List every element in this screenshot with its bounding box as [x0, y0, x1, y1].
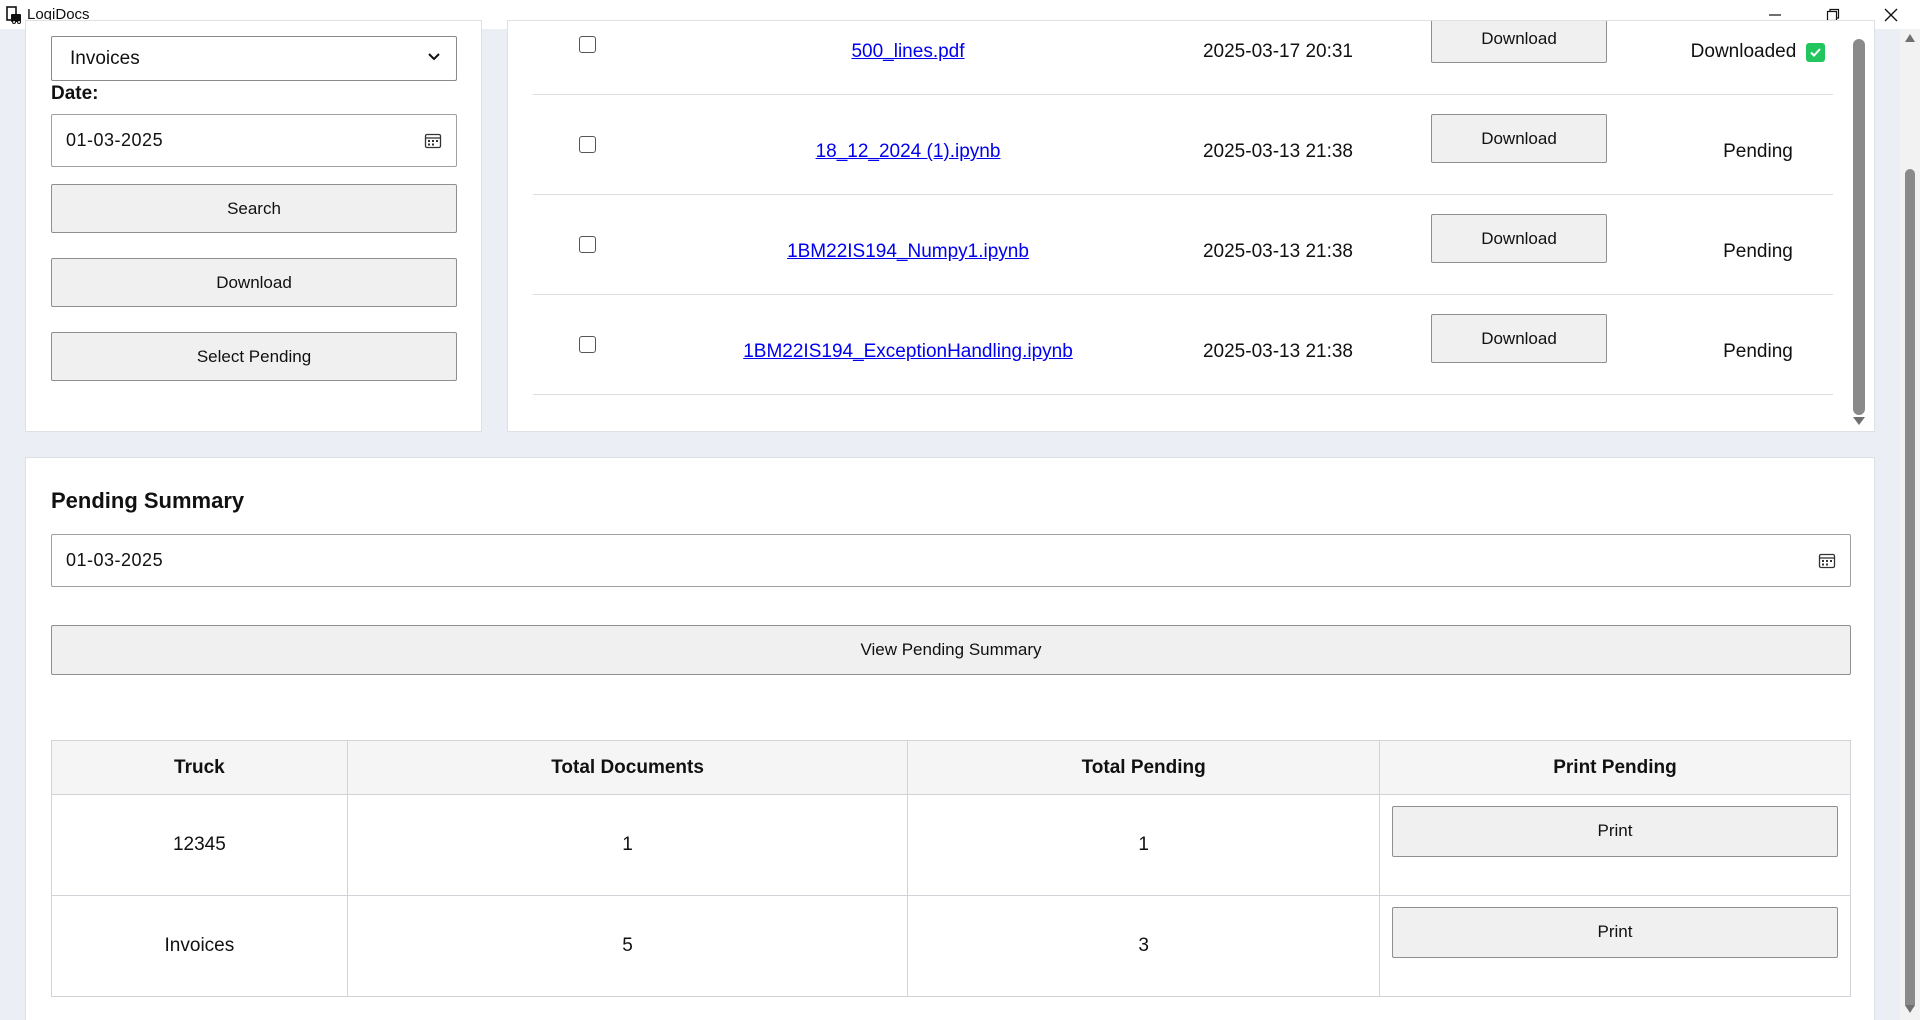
date-label: Date: [51, 83, 99, 104]
file-row-checkbox[interactable] [579, 336, 596, 353]
total-pending-cell: 1 [907, 794, 1380, 896]
download-button[interactable]: Download [1431, 114, 1607, 163]
scroll-down-arrow-icon[interactable] [1904, 1004, 1916, 1014]
close-icon [1884, 8, 1898, 21]
file-link[interactable]: 1BM22IS194_ExceptionHandling.ipynb [683, 341, 1133, 363]
column-header-total-documents: Total Documents [346, 740, 909, 795]
file-status: Pending [1723, 341, 1793, 362]
file-link[interactable]: 1BM22IS194_Numpy1.ipynb [683, 241, 1133, 263]
download-button[interactable]: Download [1431, 214, 1607, 263]
calendar-icon[interactable] [1818, 552, 1836, 570]
file-status: Pending [1723, 241, 1793, 262]
print-button[interactable]: Print [1391, 805, 1838, 857]
file-row: 500_lines.pdf 2025-03-17 20:31 Download … [533, 21, 1833, 95]
file-status: Downloaded [1653, 41, 1863, 63]
file-row: 18_12_2024 (1).ipynb 2025-03-13 21:38 Do… [533, 95, 1833, 195]
table-row: Invoices 5 3 Print [51, 895, 1852, 997]
date-input[interactable]: 01-03-2025 [51, 114, 457, 167]
file-status-label: Downloaded [1690, 41, 1797, 62]
file-date: 2025-03-13 21:38 [1202, 241, 1353, 262]
app-logo-icon [4, 5, 24, 25]
table-header-row: Truck Total Documents Total Pending Prin… [51, 740, 1852, 795]
file-list-scrollbar-thumb[interactable] [1853, 39, 1865, 415]
calendar-icon[interactable] [424, 132, 442, 150]
download-button[interactable]: Download [1431, 21, 1607, 63]
total-pending-cell: 3 [907, 895, 1380, 997]
summary-date-input[interactable]: 01-03-2025 [51, 534, 1851, 587]
download-selected-button[interactable]: Download [51, 258, 457, 307]
download-button[interactable]: Download [1431, 314, 1607, 363]
truck-cell: 12345 [51, 794, 348, 896]
filter-panel: Invoices Date: 01-03-2025 Search Downloa… [25, 20, 482, 432]
category-select-value: Invoices [70, 47, 140, 69]
total-documents-cell: 5 [346, 895, 909, 997]
file-list-panel: 500_lines.pdf 2025-03-17 20:31 Download … [507, 20, 1875, 432]
check-icon [1806, 42, 1826, 62]
file-date: 2025-03-13 21:38 [1202, 141, 1353, 162]
truck-cell: Invoices [51, 895, 348, 997]
print-button[interactable]: Print [1391, 906, 1838, 958]
page-scrollbar[interactable] [1900, 29, 1920, 1020]
summary-date-value: 01-03-2025 [66, 550, 164, 570]
file-status: Pending [1723, 141, 1793, 162]
file-row: 1BM22IS194_ExceptionHandling.ipynb 2025-… [533, 295, 1833, 395]
page-scrollbar-thumb[interactable] [1905, 169, 1915, 1009]
column-header-total-pending: Total Pending [907, 740, 1380, 795]
total-documents-cell: 1 [346, 794, 909, 896]
file-link[interactable]: 500_lines.pdf [683, 41, 1133, 63]
column-header-truck: Truck [51, 740, 348, 795]
file-date: 2025-03-13 21:38 [1202, 341, 1353, 362]
category-select[interactable]: Invoices [51, 36, 457, 81]
chevron-down-icon [428, 53, 440, 61]
scroll-down-arrow-icon[interactable] [1852, 416, 1866, 426]
pending-summary-table: Truck Total Documents Total Pending Prin… [51, 740, 1852, 997]
select-pending-button[interactable]: Select Pending [51, 332, 457, 381]
file-row-checkbox[interactable] [579, 36, 596, 53]
pending-summary-title: Pending Summary [51, 488, 245, 513]
scroll-up-arrow-icon[interactable] [1904, 33, 1916, 43]
print-cell: Print [1378, 794, 1852, 896]
view-pending-summary-button[interactable]: View Pending Summary [51, 625, 1851, 675]
file-row-checkbox[interactable] [579, 136, 596, 153]
file-row: 1BM22IS194_Numpy1.ipynb 2025-03-13 21:38… [533, 195, 1833, 295]
search-button[interactable]: Search [51, 184, 457, 233]
file-link[interactable]: 18_12_2024 (1).ipynb [683, 141, 1133, 163]
column-header-print-pending: Print Pending [1378, 740, 1852, 795]
pending-summary-panel: Pending Summary 01-03-2025 View Pending … [25, 457, 1875, 1020]
file-row-checkbox[interactable] [579, 236, 596, 253]
file-date: 2025-03-17 20:31 [1202, 41, 1353, 62]
date-input-value: 01-03-2025 [66, 130, 164, 150]
table-row: 12345 1 1 Print [51, 794, 1852, 896]
print-cell: Print [1378, 895, 1852, 997]
